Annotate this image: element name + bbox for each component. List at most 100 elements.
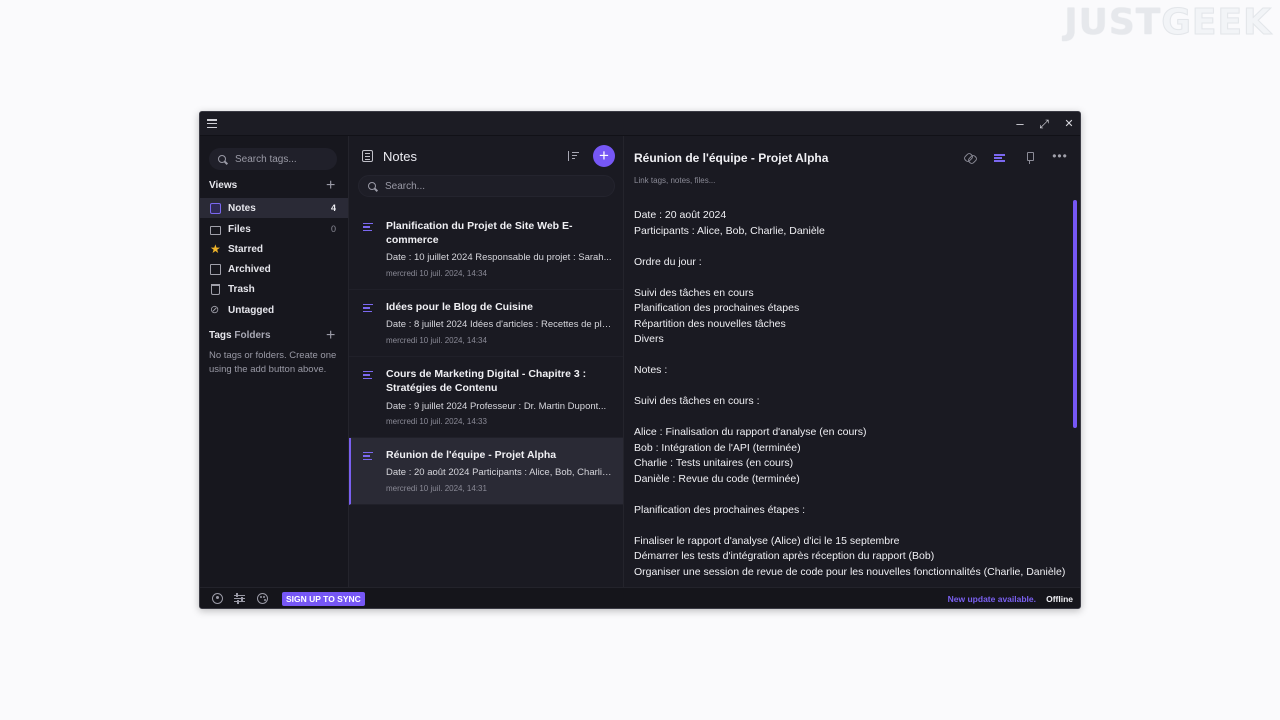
link-tags-input[interactable]: Link tags, notes, files... <box>634 176 715 185</box>
pin-icon[interactable] <box>1022 150 1038 166</box>
editor-line: Suivi des tâches en cours : <box>634 395 760 407</box>
justgeek-watermark: JUSTGEEK <box>1064 2 1272 44</box>
sidebar-item-untagged[interactable]: ⊘ Untagged <box>200 300 348 320</box>
watermark-just: JUST <box>1064 2 1162 43</box>
archive-icon <box>210 263 221 275</box>
note-lines-icon <box>363 304 373 313</box>
editor-body[interactable]: Date : 20 août 2024 Participants : Alice,… <box>634 208 1066 580</box>
editor-scrollbar[interactable] <box>1073 200 1077 428</box>
search-icon <box>218 154 227 164</box>
theme-palette-icon[interactable] <box>257 593 268 604</box>
views-heading: Views <box>209 180 238 191</box>
add-note-button[interactable]: + <box>593 145 615 167</box>
search-notes-box[interactable] <box>358 175 615 197</box>
note-excerpt: Date : 9 juillet 2024 Professeur : Dr. M… <box>386 401 607 412</box>
editor-line: Ordre du jour : <box>634 255 702 268</box>
sidebar-item-label: Files <box>228 223 251 235</box>
add-view-button[interactable]: + <box>326 178 335 194</box>
sidebar-item-starred[interactable]: ★ Starred <box>200 239 348 259</box>
editor-line: Démarrer les tests d'intégration après r… <box>634 550 935 562</box>
close-button[interactable]: ✕ <box>1060 115 1078 133</box>
tags-heading: Tags <box>209 330 232 341</box>
preferences-icon[interactable] <box>234 593 245 604</box>
status-bar: SIGN UP TO SYNC New update available. Of… <box>200 587 1080 608</box>
editor-line: Divers <box>634 333 664 345</box>
note-date: mercredi 10 juil. 2024, 14:34 <box>386 336 487 345</box>
sort-icon[interactable] <box>567 150 579 162</box>
maximize-button[interactable]: ⤢ <box>1035 115 1053 133</box>
sidebar-item-label: Archived <box>228 263 271 275</box>
note-title: Idées pour le Blog de Cuisine <box>386 301 534 313</box>
editor-title[interactable]: Réunion de l'équipe - Projet Alpha <box>634 151 828 165</box>
editor-line: Alice : Finalisation du rapport d'analys… <box>634 426 867 438</box>
note-editor: Réunion de l'équipe - Projet Alpha Link … <box>624 136 1080 587</box>
sidebar-item-label: Untagged <box>228 304 275 316</box>
untagged-icon: ⊘ <box>210 303 220 316</box>
folder-icon <box>210 225 221 235</box>
editor-line: Participants : Alice, Bob, Charlie, Dani… <box>634 224 825 237</box>
hamburger-menu-icon[interactable] <box>207 119 217 129</box>
note-title: Cours de Marketing Digital - Chapitre 3 … <box>386 368 587 394</box>
editor-line: Bob : Intégration de l'API (terminée) <box>634 441 801 454</box>
note-excerpt: Date : 20 août 2024 Participants : Alice… <box>386 467 612 478</box>
files-count: 0 <box>330 224 336 234</box>
search-notes-input[interactable] <box>385 180 475 192</box>
note-list-item[interactable]: Idées pour le Blog de Cuisine Date : 8 j… <box>349 290 623 357</box>
editor-line: Suivi des tâches en cours <box>634 286 754 299</box>
watermark-geek: GEEK <box>1161 2 1272 44</box>
note-lines-icon <box>363 223 373 232</box>
note-type-icon[interactable] <box>992 150 1008 166</box>
folders-heading: Folders <box>234 330 271 341</box>
sidebar-item-label: Starred <box>228 243 264 255</box>
editor-line: Finaliser le rapport d'analyse (Alice) d… <box>634 534 900 547</box>
sidebar-item-files[interactable]: Files 0 <box>200 219 348 239</box>
search-tags-input[interactable] <box>235 153 325 165</box>
editor-line: Notes : <box>634 364 668 376</box>
editor-line: Date : 20 août 2024 <box>634 209 727 221</box>
sidebar-item-trash[interactable]: Trash <box>200 279 348 299</box>
note-excerpt: Date : 10 juillet 2024 Responsable du pr… <box>386 252 612 263</box>
search-tags-box[interactable] <box>209 148 337 170</box>
title-bar: – ⤢ ✕ <box>200 112 1080 136</box>
account-icon[interactable] <box>212 593 223 604</box>
note-date: mercredi 10 juil. 2024, 14:31 <box>386 484 487 493</box>
sidebar-item-archived[interactable]: Archived <box>200 259 348 279</box>
minimize-button[interactable]: – <box>1011 115 1029 133</box>
more-options-icon[interactable]: ••• <box>1052 150 1068 166</box>
editor-line: Répartition des nouvelles tâches <box>634 317 786 330</box>
note-list-item-selected[interactable]: Réunion de l'équipe - Projet Alpha Date … <box>349 438 623 505</box>
offline-status: Offline <box>1046 594 1073 604</box>
sidebar-item-notes[interactable]: Notes 4 <box>200 198 348 218</box>
note-list-item[interactable]: Planification du Projet de Site Web E-co… <box>349 209 623 290</box>
note-title: Réunion de l'équipe - Projet Alpha <box>386 449 557 461</box>
notes-count: 4 <box>330 203 336 213</box>
editor-line: Charlie : Tests unitaires (en cours) <box>634 457 794 469</box>
link-icon[interactable] <box>962 150 978 166</box>
editor-line: Organiser une session de revue de code p… <box>634 565 1066 578</box>
trash-icon <box>211 283 220 295</box>
empty-tags-message: No tags or folders. Create one using the… <box>209 350 337 375</box>
update-available-link[interactable]: New update available. <box>948 594 1036 604</box>
tags-folders-heading: Tags Folders <box>209 330 271 341</box>
sidebar-item-label: Trash <box>228 283 255 295</box>
notes-icon <box>210 202 221 214</box>
search-icon <box>368 181 377 191</box>
note-list-item[interactable]: Cours de Marketing Digital - Chapitre 3 … <box>349 357 623 438</box>
editor-line: Planification des prochaines étapes : <box>634 503 806 516</box>
note-excerpt: Date : 8 juillet 2024 Idées d'articles :… <box>386 319 612 330</box>
sidebar: Views + Notes 4 Files 0 ★ Starred Archiv… <box>200 136 349 587</box>
editor-line: Planification des prochaines étapes <box>634 302 800 314</box>
sign-up-to-sync-button[interactable]: SIGN UP TO SYNC <box>282 592 365 606</box>
notes-icon <box>362 150 373 162</box>
add-tag-button[interactable]: + <box>326 328 335 344</box>
editor-line: Danièle : Revue du code (terminée) <box>634 472 800 485</box>
note-date: mercredi 10 juil. 2024, 14:34 <box>386 269 487 278</box>
star-icon: ★ <box>210 241 221 256</box>
note-lines-icon <box>363 452 373 461</box>
